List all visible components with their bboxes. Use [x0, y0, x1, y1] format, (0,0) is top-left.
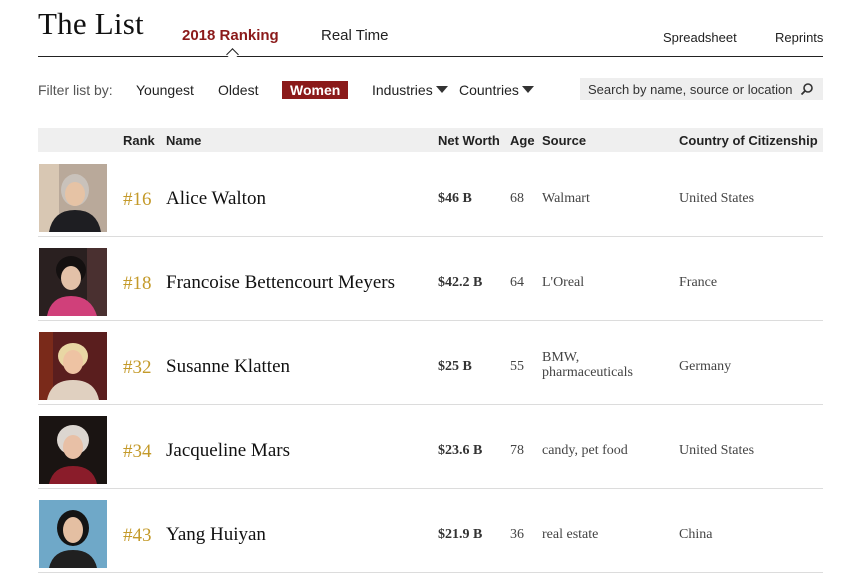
caret-down-icon [435, 86, 448, 93]
person-name[interactable]: Francoise Bettencourt Meyers [166, 272, 395, 294]
source-value: BMW, pharmaceuticals [542, 350, 633, 380]
person-name[interactable]: Yang Huiyan [166, 524, 266, 546]
person-name[interactable]: Jacqueline Mars [166, 440, 290, 462]
filter-industries-label: Industries [372, 82, 433, 98]
filter-countries-dropdown[interactable]: Countries [459, 82, 534, 98]
person-photo [39, 164, 107, 232]
tab-2018-ranking[interactable]: 2018 Ranking [182, 27, 279, 44]
country-value: United States [679, 191, 755, 206]
column-header-net-worth[interactable]: Net Worth [438, 133, 500, 148]
person-photo [39, 416, 107, 484]
rank-value: #32 [123, 357, 152, 378]
column-header-source[interactable]: Source [542, 133, 586, 148]
column-header-rank[interactable]: Rank [123, 133, 155, 148]
caret-down-icon [521, 86, 534, 93]
net-worth-value: $46 B [438, 191, 472, 206]
filter-women[interactable]: Women [282, 81, 349, 99]
source-value: real estate [542, 527, 599, 542]
column-header-age[interactable]: Age [510, 133, 535, 148]
rank-value: #18 [123, 273, 152, 294]
net-worth-value: $25 B [438, 359, 472, 374]
person-name[interactable]: Alice Walton [166, 188, 266, 210]
page-title: The List [38, 6, 144, 41]
country-value: China [679, 527, 713, 542]
net-worth-value: $23.6 B [438, 443, 483, 458]
age-value: 68 [510, 191, 524, 206]
country-value: Germany [679, 359, 732, 374]
rank-value: #16 [123, 189, 152, 210]
country-value: United States [679, 443, 755, 458]
active-tab-caret-icon [226, 48, 239, 61]
table-row[interactable]: #16 Alice Walton $46 B 68 Walmart United… [38, 152, 823, 237]
rank-value: #43 [123, 525, 152, 546]
age-value: 78 [510, 443, 524, 458]
header-divider [38, 56, 823, 57]
age-value: 55 [510, 359, 524, 374]
person-photo [39, 500, 107, 568]
source-value: L'Oreal [542, 275, 585, 290]
filter-youngest[interactable]: Youngest [136, 82, 194, 98]
person-name[interactable]: Susanne Klatten [166, 356, 290, 378]
search-placeholder: Search by name, source or location [588, 82, 793, 97]
search-icon[interactable] [800, 82, 814, 96]
spreadsheet-link[interactable]: Spreadsheet [663, 30, 737, 45]
filter-label: Filter list by: [38, 82, 113, 98]
rank-value: #34 [123, 441, 152, 462]
country-value: France [679, 275, 718, 290]
age-value: 36 [510, 527, 524, 542]
person-photo [39, 332, 107, 400]
net-worth-value: $21.9 B [438, 527, 483, 542]
source-value: Walmart [542, 191, 590, 206]
filter-countries-label: Countries [459, 82, 519, 98]
person-photo [39, 248, 107, 316]
tab-real-time[interactable]: Real Time [321, 27, 389, 44]
table-row[interactable]: #18 Francoise Bettencourt Meyers $42.2 B… [38, 236, 823, 321]
filter-oldest[interactable]: Oldest [218, 82, 258, 98]
table-row[interactable]: #43 Yang Huiyan $21.9 B 36 real estate C… [38, 488, 823, 573]
column-header-name[interactable]: Name [166, 133, 201, 148]
age-value: 64 [510, 275, 524, 290]
net-worth-value: $42.2 B [438, 275, 483, 290]
table-row[interactable]: #32 Susanne Klatten $25 B 55 BMW, pharma… [38, 320, 823, 405]
source-value: candy, pet food [542, 443, 628, 458]
column-header-country[interactable]: Country of Citizenship [679, 133, 818, 148]
reprints-link[interactable]: Reprints [775, 30, 823, 45]
filter-industries-dropdown[interactable]: Industries [372, 82, 448, 98]
search-input[interactable]: Search by name, source or location [580, 78, 823, 100]
table-row[interactable]: #34 Jacqueline Mars $23.6 B 78 candy, pe… [38, 404, 823, 489]
table-header: Rank Name Net Worth Age Source Country o… [38, 128, 823, 152]
